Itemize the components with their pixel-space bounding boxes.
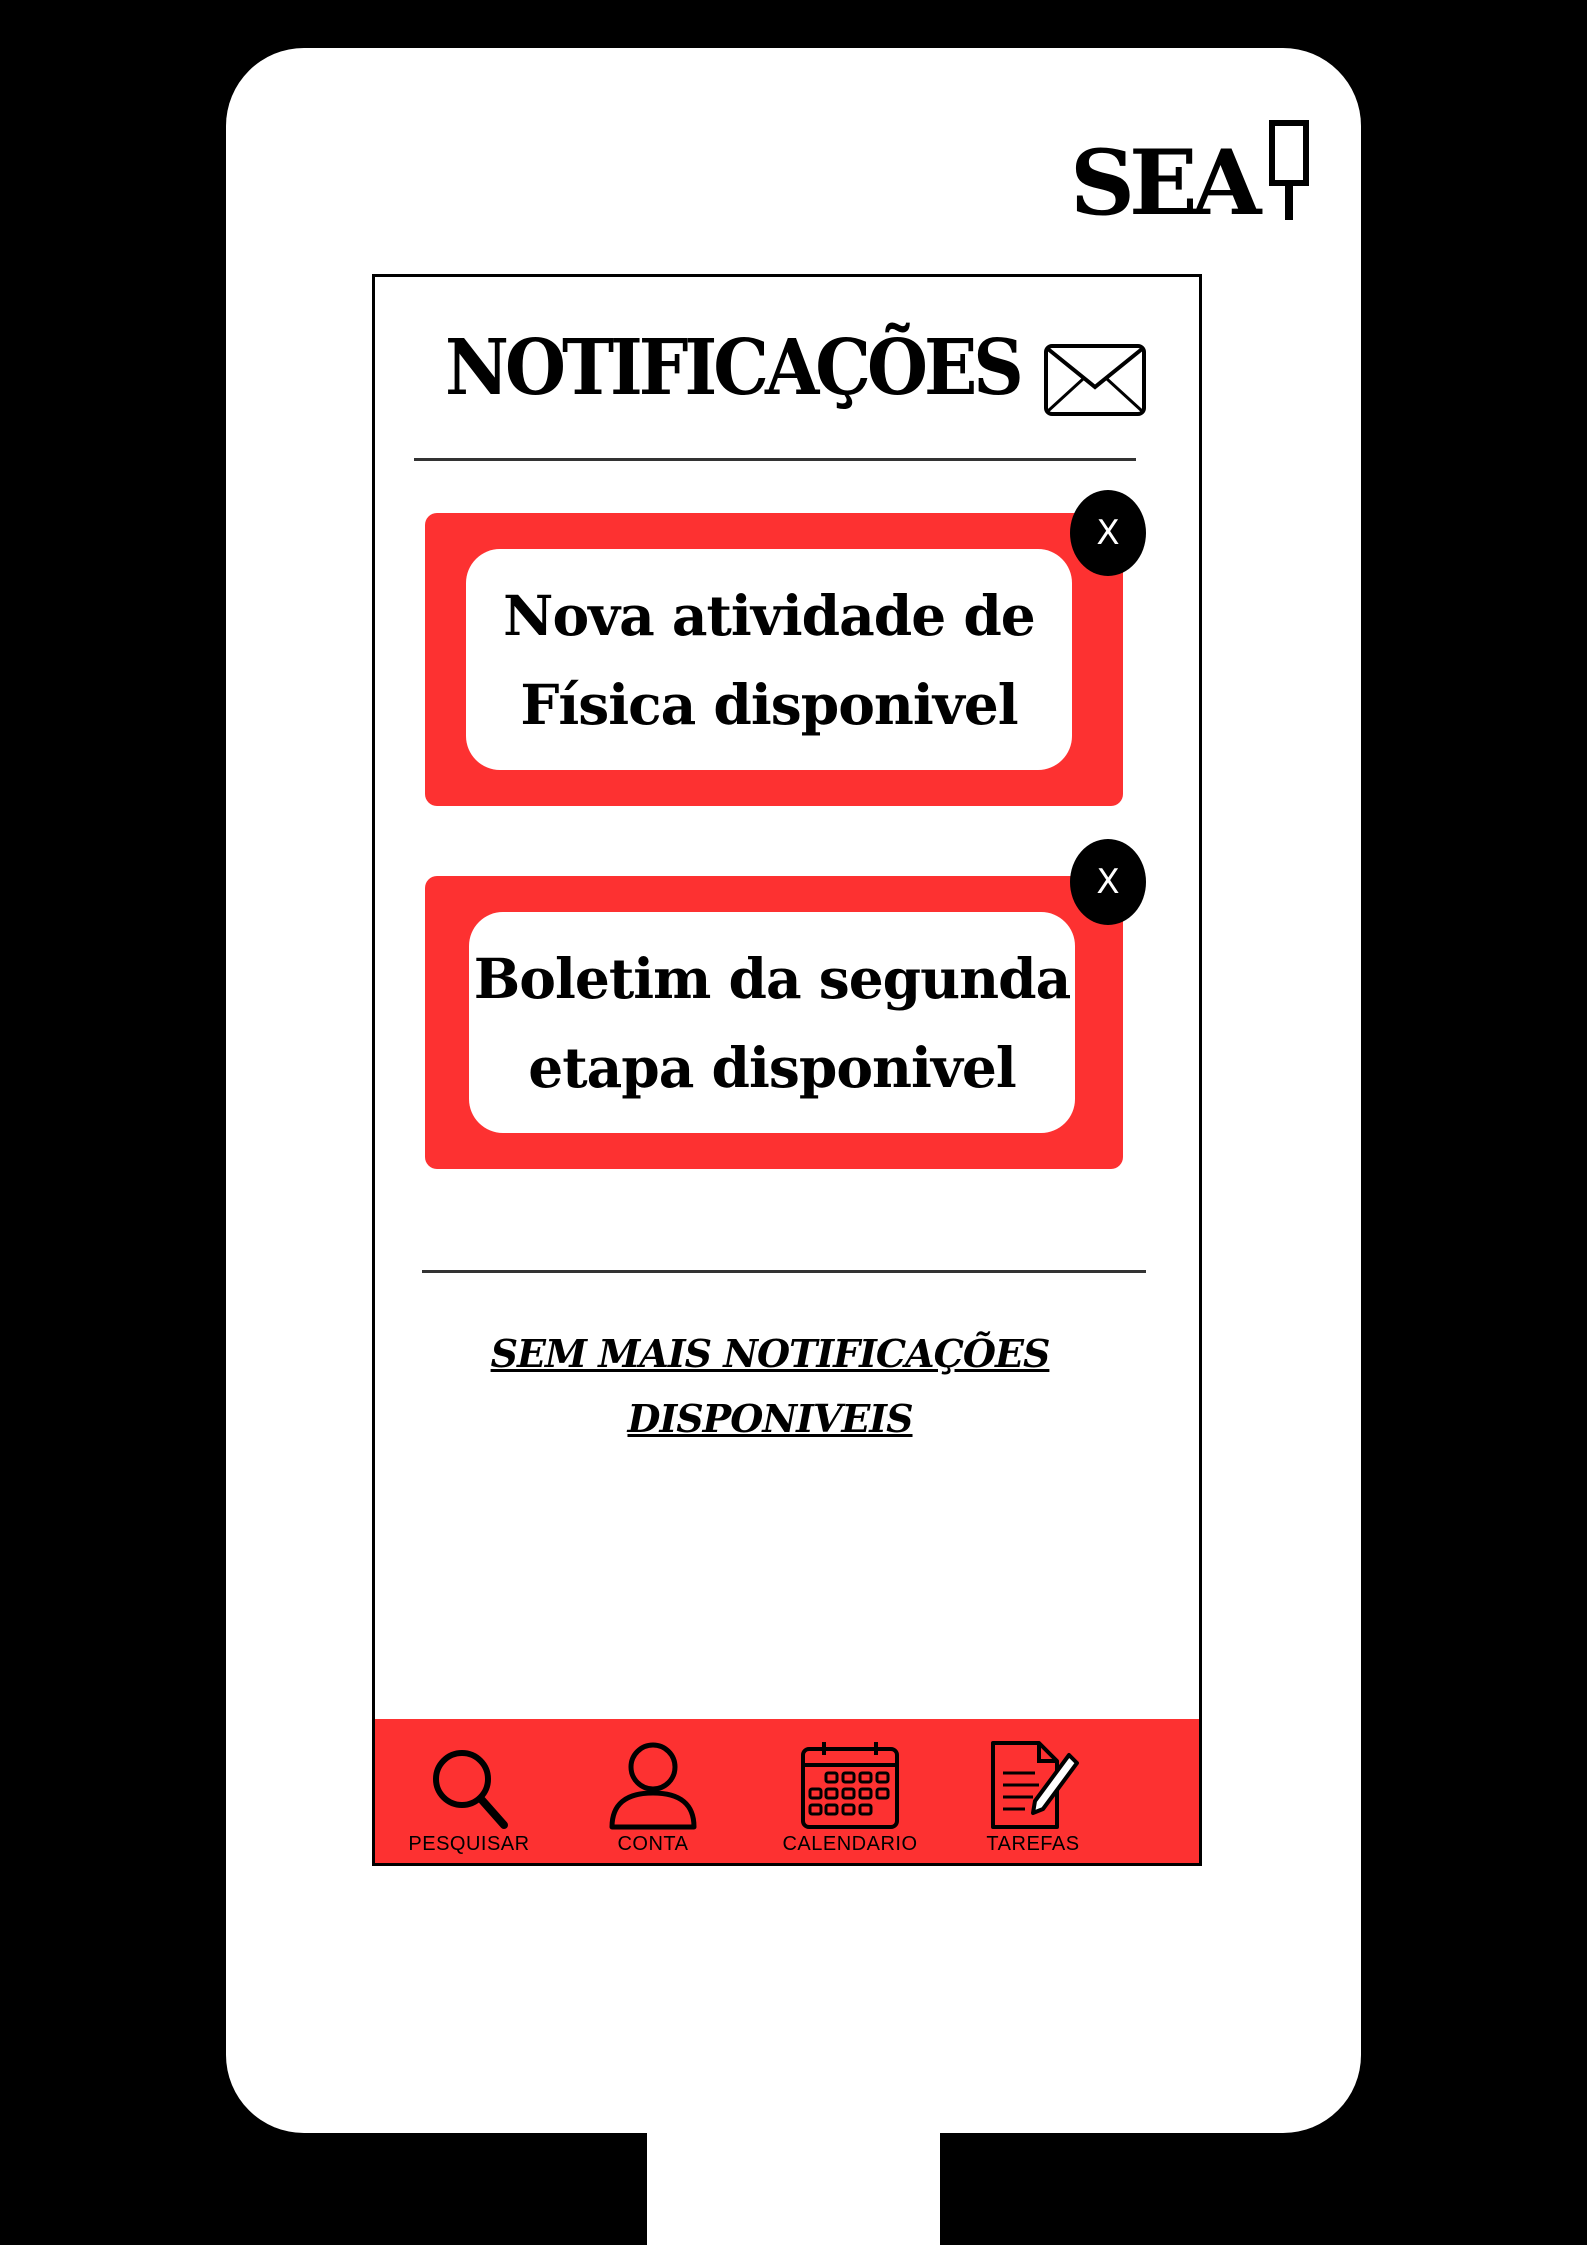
bottom-nav: PESQUISAR CONTA CALENDARIO TAREFAS xyxy=(375,1719,1199,1863)
notification-text-line: Física disponivel xyxy=(520,671,1018,737)
calendar-icon xyxy=(801,1742,899,1829)
nav-label: TAREFAS xyxy=(986,1833,1080,1855)
nav-item-tarefas[interactable]: TAREFAS xyxy=(983,1739,1083,1856)
nav-item-conta[interactable]: CONTA xyxy=(593,1739,713,1856)
notification-card[interactable]: Boletim da segunda etapa disponivel xyxy=(425,876,1123,1169)
notifications-screen: NOTIFICAÇÕES Nova atividade de Física di… xyxy=(372,274,1202,1866)
notification-body: Nova atividade de Física disponivel xyxy=(466,549,1072,770)
nav-label: PESQUISAR xyxy=(408,1833,530,1855)
logo-text: SEA xyxy=(1070,130,1261,236)
empty-message-line: DISPONIVEIS xyxy=(627,1396,913,1441)
page-title: NOTIFICAÇÕES xyxy=(445,321,1024,413)
envelope-icon[interactable] xyxy=(1043,343,1147,417)
header-divider xyxy=(414,458,1136,461)
header: NOTIFICAÇÕES xyxy=(375,321,1199,429)
tasks-icon xyxy=(991,1741,1079,1829)
dismiss-notification-button[interactable]: X xyxy=(1070,839,1146,925)
dismiss-notification-button[interactable]: X xyxy=(1070,490,1146,576)
notification-text: Nova atividade de Física disponivel xyxy=(503,571,1036,749)
notification-text-line: Boletim da segunda xyxy=(473,945,1071,1011)
device-stand xyxy=(647,2130,940,2245)
app-logo: SEA xyxy=(1070,120,1315,230)
user-icon xyxy=(609,1742,697,1830)
notification-text: Boletim da segunda etapa disponivel xyxy=(473,934,1071,1112)
notification-text-line: Nova atividade de xyxy=(503,582,1036,648)
nav-label: CALENDARIO xyxy=(782,1833,918,1855)
logo-mark-icon xyxy=(1269,120,1310,220)
nav-label: CONTA xyxy=(617,1833,689,1855)
list-end-divider xyxy=(422,1270,1146,1273)
nav-item-calendario[interactable]: CALENDARIO xyxy=(775,1739,925,1856)
empty-message-line: SEM MAIS NOTIFICAÇÕES xyxy=(490,1331,1051,1376)
notification-body: Boletim da segunda etapa disponivel xyxy=(469,912,1075,1133)
notification-text-line: etapa disponivel xyxy=(528,1034,1016,1100)
notification-card[interactable]: Nova atividade de Física disponivel xyxy=(425,513,1123,806)
no-more-notifications-message: SEM MAIS NOTIFICAÇÕES DISPONIVEIS xyxy=(485,1321,1055,1451)
search-icon xyxy=(433,1750,508,1829)
nav-item-pesquisar[interactable]: PESQUISAR xyxy=(407,1739,531,1856)
